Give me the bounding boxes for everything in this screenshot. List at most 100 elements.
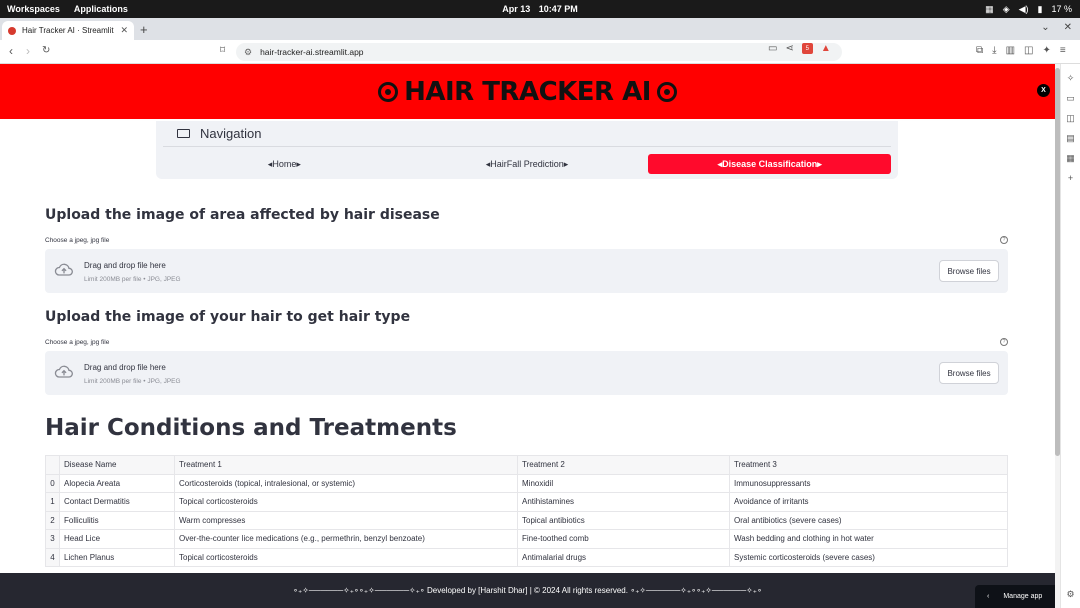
url-text: hair-tracker-ai.streamlit.app <box>260 47 364 57</box>
table-cell[interactable]: Avoidance of irritants <box>729 492 1008 512</box>
close-tab-icon[interactable]: ✕ <box>120 25 128 36</box>
os-top-bar: Workspaces Applications Apr 13 10:47 PM … <box>0 0 1080 18</box>
nav-right-caret-icon: ▸ <box>296 158 301 169</box>
nav-item-hairfall-prediction[interactable]: ◂ HairFall Prediction ▸ <box>406 154 649 174</box>
navigation-title: Navigation <box>200 126 262 141</box>
tab-search-chevron-icon[interactable]: ⌄ <box>1041 22 1049 33</box>
workspaces-menu[interactable]: Workspaces <box>7 4 60 14</box>
table-cell[interactable]: Lichen Planus <box>59 547 175 567</box>
table-cell[interactable]: Systemic corticosteroids (severe cases) <box>729 547 1008 567</box>
browse-files-button[interactable]: Browse files <box>939 260 999 282</box>
site-settings-icon[interactable]: ⚙ <box>244 47 252 58</box>
wallet-icon[interactable]: ◫ <box>1024 45 1033 56</box>
hair-type-file-dropzone[interactable]: Drag and drop file here Limit 200MB per … <box>45 351 1008 395</box>
footer-text: ∘₊✧──────✧₊∘∘₊✧──────✧₊∘ Developed by [H… <box>293 586 762 595</box>
help-icon[interactable]: ? <box>1000 338 1008 346</box>
table-cell[interactable]: Over-the-counter lice medications (e.g.,… <box>174 529 518 549</box>
bookmarks-sidebar-icon[interactable]: ▤ <box>1061 133 1080 144</box>
monitor-icon <box>177 129 190 138</box>
battery-icon[interactable]: ▮ <box>1038 4 1043 15</box>
table-cell[interactable]: Head Lice <box>59 529 175 549</box>
battery-level: 17 % <box>1051 4 1072 14</box>
column-header[interactable]: Treatment 1 <box>174 455 518 475</box>
table-cell[interactable]: Contact Dermatitis <box>59 492 175 512</box>
browser-tab-active[interactable]: Hair Tracker AI · Streamlit ✕ <box>2 21 134 40</box>
forward-arrow-icon[interactable]: › <box>26 44 30 58</box>
rewards-warning-icon[interactable]: ▲ <box>821 43 831 54</box>
table-cell[interactable]: Folliculitis <box>59 510 175 530</box>
table-cell[interactable]: Topical corticosteroids <box>174 547 518 567</box>
browse-files-button[interactable]: Browse files <box>939 362 999 384</box>
table-cell[interactable]: Topical antibiotics <box>517 510 730 530</box>
index-header <box>45 455 60 475</box>
chevron-left-icon: ‹ <box>987 593 990 600</box>
browser-side-panel: ✧ ▭ ◫ ▤ ▦ + ⚙ <box>1060 64 1080 608</box>
url-bar[interactable]: ⚙ hair-tracker-ai.streamlit.app <box>236 43 842 61</box>
upload-cloud-icon <box>54 365 73 378</box>
brave-shield-icon[interactable]: 5 <box>801 43 813 54</box>
table-row: 2 Folliculitis Warm compresses Topical a… <box>45 510 1008 530</box>
nav-item-label: Home <box>272 159 297 169</box>
add-sidebar-item-icon[interactable]: + <box>1061 173 1080 183</box>
reading-list-icon[interactable]: ▭ <box>1061 93 1080 104</box>
x-twitter-icon[interactable]: X <box>1037 84 1050 97</box>
share-icon[interactable]: ⋖ <box>785 43 793 54</box>
app-viewport: HAIR TRACKER AI X Navigation ◂ Home ▸ ◂ Hai… <box>0 64 1055 572</box>
column-header[interactable]: Treatment 3 <box>729 455 1008 475</box>
table-cell[interactable]: Fine-toothed comb <box>517 529 730 549</box>
volume-icon[interactable]: ◀) <box>1019 4 1029 15</box>
wifi-icon[interactable]: ◈ <box>1003 4 1010 15</box>
row-index: 2 <box>45 510 60 530</box>
cast-icon[interactable]: ▭ <box>768 43 777 54</box>
app-logo: HAIR TRACKER AI <box>378 77 677 107</box>
disease-file-dropzone[interactable]: Drag and drop file here Limit 200MB per … <box>45 249 1008 293</box>
table-cell[interactable]: Minoxidil <box>517 473 730 493</box>
bookmark-icon[interactable]: ⌑ <box>220 45 225 56</box>
table-cell[interactable]: Antihistamines <box>517 492 730 512</box>
column-header[interactable]: Disease Name <box>59 455 175 475</box>
logo-text: HAIR TRACKER AI <box>404 76 651 107</box>
back-arrow-icon[interactable]: ‹ <box>9 44 13 58</box>
navigation-header: Navigation <box>163 121 891 147</box>
keyboard-icon[interactable]: ▦ <box>985 4 994 15</box>
manage-app-label: Manage app <box>1003 593 1043 600</box>
manage-app-button[interactable]: ‹ Manage app <box>975 585 1055 608</box>
table-cell[interactable]: Wash bedding and clothing in hot water <box>729 529 1008 549</box>
nav-right-caret-icon: ▸ <box>817 158 822 169</box>
table-cell[interactable]: Warm compresses <box>174 510 518 530</box>
column-header[interactable]: Treatment 2 <box>517 455 730 475</box>
table-cell[interactable]: Antimalarial drugs <box>517 547 730 567</box>
table-cell[interactable]: Oral antibiotics (severe cases) <box>729 510 1008 530</box>
table-title: Hair Conditions and Treatments <box>45 415 457 441</box>
history-sidebar-icon[interactable]: ▦ <box>1061 153 1080 164</box>
leo-ai-icon[interactable]: ✦ <box>1042 45 1050 56</box>
new-tab-icon[interactable]: + <box>140 22 148 37</box>
dropzone-limit: Limit 200MB per file • JPG, JPEG <box>84 276 181 283</box>
table-cell[interactable]: Corticosteroids (topical, intralesional,… <box>174 473 518 493</box>
leo-sidebar-icon[interactable]: ✧ <box>1061 73 1080 84</box>
table-cell[interactable]: Topical corticosteroids <box>174 492 518 512</box>
nav-item-home[interactable]: ◂ Home ▸ <box>163 154 406 174</box>
browser-toolbar: ‹ › ↻ ⌑ ⚙ hair-tracker-ai.streamlit.app … <box>0 40 1080 64</box>
dropzone-title: Drag and drop file here <box>84 261 166 270</box>
extensions-icon[interactable]: ⧉ <box>976 45 983 56</box>
help-icon[interactable]: ? <box>1000 236 1008 244</box>
window-close-icon[interactable]: ✕ <box>1064 22 1072 33</box>
sidebar-toggle-icon[interactable]: ▥ <box>1006 45 1015 56</box>
wallet-sidebar-icon[interactable]: ◫ <box>1061 113 1080 124</box>
row-index: 4 <box>45 547 60 567</box>
nav-item-label: Disease Classification <box>722 159 818 169</box>
dropzone-limit: Limit 200MB per file • JPG, JPEG <box>84 378 181 385</box>
sidebar-settings-icon[interactable]: ⚙ <box>1061 589 1080 600</box>
treatments-table[interactable]: Disease Name Treatment 1 Treatment 2 Tre… <box>45 455 1008 567</box>
menu-icon[interactable]: ≡ <box>1060 45 1066 56</box>
navigation-options: ◂ Home ▸ ◂ HairFall Prediction ▸ ◂ Disease Cl… <box>163 154 892 174</box>
applications-menu[interactable]: Applications <box>74 4 128 14</box>
nav-item-disease-classification[interactable]: ◂ Disease Classification ▸ <box>648 154 892 174</box>
downloads-icon[interactable]: ⤓ <box>992 45 996 56</box>
table-cell[interactable]: Immunosuppressants <box>729 473 1008 493</box>
os-clock[interactable]: Apr 13 10:47 PM <box>0 4 1080 14</box>
header-banner: HAIR TRACKER AI X <box>0 64 1055 119</box>
reload-icon[interactable]: ↻ <box>42 45 50 56</box>
table-cell[interactable]: Alopecia Areata <box>59 473 175 493</box>
